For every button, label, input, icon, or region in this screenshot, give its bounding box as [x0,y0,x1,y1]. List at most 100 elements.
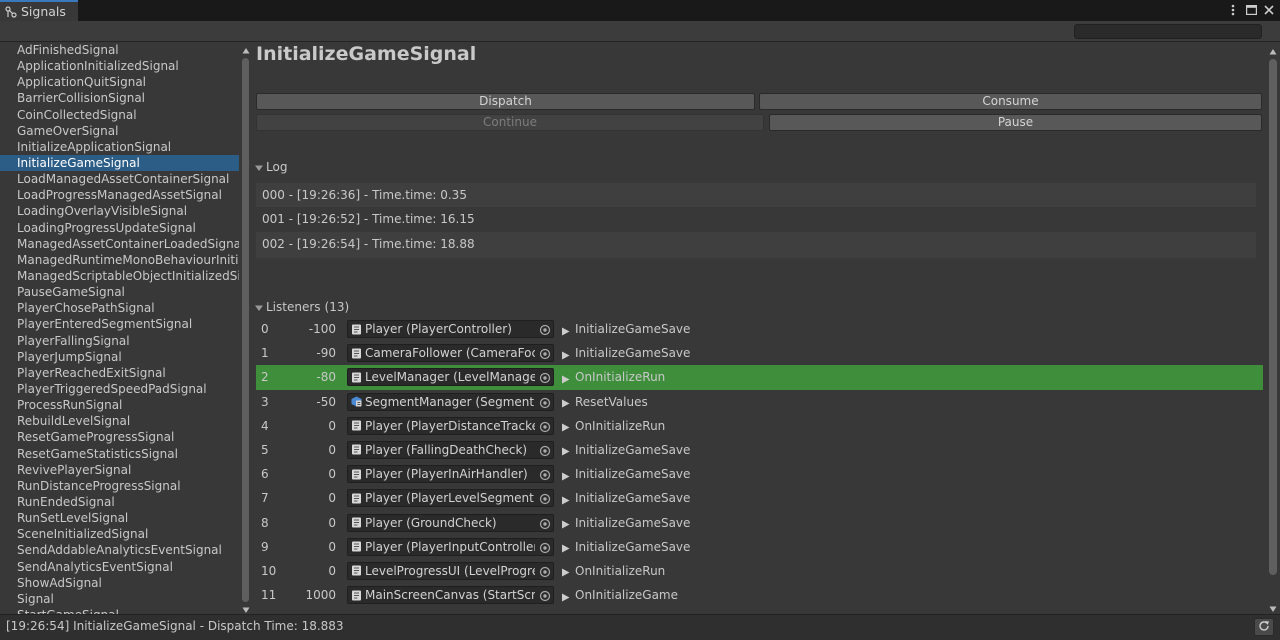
listener-row[interactable]: 1 -90 CameraFollower (CameraFocu Initialize… [256,341,1263,365]
signal-list-item[interactable]: ResetGameStatisticsSignal [0,446,239,462]
consume-button[interactable]: Consume [759,93,1262,110]
listener-row[interactable]: 7 0 Player (PlayerLevelSegmentLis Initializ… [256,486,1263,510]
expand-arrow-icon[interactable] [561,373,570,384]
listener-object-field[interactable]: Player (PlayerController) [347,320,554,338]
pause-button[interactable]: Pause [769,114,1262,131]
object-picker-icon[interactable] [539,445,551,457]
maximize-icon[interactable] [1244,3,1258,17]
main-scrollbar-thumb[interactable] [1269,59,1277,575]
listener-row[interactable]: 11 1000 MainScreenCanvas (StartScre OnIniti… [256,583,1263,607]
listener-method[interactable]: InitializeGameSave [561,322,690,336]
signal-list-item[interactable]: ShowAdSignal [0,575,239,591]
object-picker-icon[interactable] [539,469,551,481]
signal-list-item[interactable]: CoinCollectedSignal [0,107,239,123]
listener-method[interactable]: InitializeGameSave [561,443,690,457]
signal-list-item[interactable]: SendAddableAnalyticsEventSignal [0,542,239,558]
signal-list-item[interactable]: RunDistanceProgressSignal [0,478,239,494]
scroll-up-arrow-icon[interactable] [1269,45,1277,55]
signal-list-item[interactable]: GameOverSignal [0,123,239,139]
signal-list-item[interactable]: LoadProgressManagedAssetSignal [0,187,239,203]
signal-list-item[interactable]: PlayerTriggeredSpeedPadSignal [0,381,239,397]
listener-method[interactable]: OnInitializeGame [561,588,678,602]
expand-arrow-icon[interactable] [561,494,570,505]
listener-row[interactable]: 5 0 Player (FallingDeathCheck) InitializeGa… [256,438,1263,462]
signal-list-item[interactable]: SceneInitializedSignal [0,526,239,542]
signal-list-item[interactable]: PlayerFallingSignal [0,333,239,349]
signal-list-item[interactable]: ResetGameProgressSignal [0,429,239,445]
listener-method[interactable]: InitializeGameSave [561,540,690,554]
signal-list-item[interactable]: PlayerReachedExitSignal [0,365,239,381]
log-foldout[interactable]: Log [254,160,287,174]
object-picker-icon[interactable] [539,348,551,360]
listener-method[interactable]: InitializeGameSave [561,346,690,360]
listener-row[interactable]: 4 0 Player (PlayerDistanceTracker OnInitial… [256,414,1263,438]
refresh-button[interactable] [1254,618,1274,636]
listener-row[interactable]: 2 -80 LevelManager (LevelManager) OnInitial… [256,365,1263,390]
signal-list-item[interactable]: AdFinishedSignal [0,42,239,58]
listener-method[interactable]: InitializeGameSave [561,491,690,505]
expand-arrow-icon[interactable] [561,470,570,481]
expand-arrow-icon[interactable] [561,397,570,408]
listener-method[interactable]: OnInitializeRun [561,564,665,578]
object-picker-icon[interactable] [539,324,551,336]
signal-list-item[interactable]: ManagedAssetContainerLoadedSignal [0,236,239,252]
expand-arrow-icon[interactable] [561,445,570,456]
listener-object-field[interactable]: Player (GroundCheck) [347,513,554,532]
listener-row[interactable]: 9 0 Player (PlayerInputController) Initiali… [256,535,1263,559]
signal-list-item[interactable]: PauseGameSignal [0,284,239,300]
scroll-down-arrow-icon[interactable] [242,603,250,613]
signal-list-item[interactable]: RunSetLevelSignal [0,510,239,526]
object-picker-icon[interactable] [539,566,551,578]
signal-list-item[interactable]: StartGameSignal [0,607,239,614]
more-options-icon[interactable] [1226,3,1240,17]
signal-list-item[interactable]: RunEndedSignal [0,494,239,510]
listener-object-field[interactable]: Player (FallingDeathCheck) [347,440,554,459]
listener-object-field[interactable]: Player (PlayerInAirHandler) [347,465,554,484]
object-picker-icon[interactable] [539,590,551,602]
listener-method[interactable]: InitializeGameSave [561,467,690,481]
signal-list-item[interactable]: ManagedRuntimeMonoBehaviourInitializ [0,252,239,268]
signal-list-item[interactable]: SendAnalyticsEventSignal [0,559,239,575]
object-picker-icon[interactable] [539,518,551,530]
listener-row[interactable]: 8 0 Player (GroundCheck) InitializeGameSave [256,511,1263,535]
signal-list-item[interactable]: InitializeApplicationSignal [0,139,239,155]
signal-list-item[interactable]: ApplicationInitializedSignal [0,58,239,74]
listener-method[interactable]: OnInitializeRun [561,419,665,433]
signal-list-item[interactable]: InitializeGameSignal [0,154,239,172]
signal-list-item[interactable]: Signal [0,591,239,607]
expand-arrow-icon[interactable] [561,518,570,529]
close-icon[interactable] [1262,3,1276,17]
expand-arrow-icon[interactable] [561,566,570,577]
window-tab-signals[interactable]: Signals [0,0,78,21]
listener-method[interactable]: InitializeGameSave [561,516,690,530]
listener-object-field[interactable]: CameraFollower (CameraFocu [347,344,554,363]
object-picker-icon[interactable] [539,542,551,554]
signal-list-item[interactable]: ApplicationQuitSignal [0,74,239,90]
signal-list-item[interactable]: ProcessRunSignal [0,397,239,413]
sidebar-scrollbar[interactable] [240,42,252,614]
listener-method[interactable]: ResetValues [561,395,648,409]
listener-object-field[interactable]: Player (PlayerLevelSegmentLis [347,489,554,508]
signal-list-item[interactable]: RevivePlayerSignal [0,462,239,478]
listener-object-field[interactable]: LevelManager (LevelManager) [347,368,554,387]
scroll-up-arrow-icon[interactable] [242,44,250,54]
signal-list-item[interactable]: BarrierCollisionSignal [0,90,239,106]
scroll-down-arrow-icon[interactable] [1269,602,1277,612]
signal-list-item[interactable]: LoadingOverlayVisibleSignal [0,203,239,219]
listener-method[interactable]: OnInitializeRun [561,370,665,384]
signal-list-item[interactable]: ManagedScriptableObjectInitializedSign [0,268,239,284]
search-input[interactable] [1074,24,1262,39]
listener-row[interactable]: 0 -100 Player (PlayerController) Initialize… [256,317,1263,341]
listener-row[interactable]: 3 -50 SegmentManager (SegmentMa ResetValues [256,390,1263,414]
signal-list-item[interactable]: PlayerJumpSignal [0,349,239,365]
object-picker-icon[interactable] [539,493,551,505]
signal-list-item[interactable]: PlayerChosePathSignal [0,300,239,316]
expand-arrow-icon[interactable] [561,325,570,335]
sidebar-scrollbar-thumb[interactable] [242,58,249,602]
listener-object-field[interactable]: SegmentManager (SegmentMa [347,392,554,411]
object-picker-icon[interactable] [539,397,551,409]
object-picker-icon[interactable] [539,421,551,433]
expand-arrow-icon[interactable] [561,542,570,553]
object-picker-icon[interactable] [539,372,551,384]
expand-arrow-icon[interactable] [561,349,570,360]
